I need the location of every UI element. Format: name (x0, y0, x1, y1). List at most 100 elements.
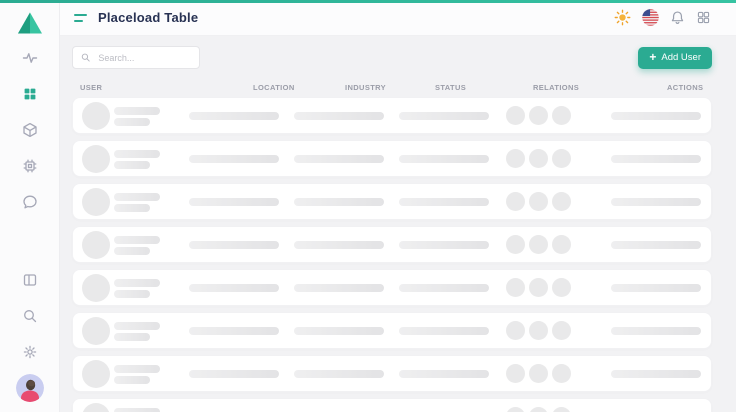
status-placeholder (399, 284, 489, 292)
industry-placeholder (294, 327, 384, 335)
actions-placeholder (611, 241, 701, 249)
header-actions (613, 8, 712, 27)
hamburger-line (74, 14, 87, 16)
user-subtitle-placeholder (114, 376, 150, 384)
app-root: Placeload Table (0, 0, 736, 412)
user-name-placeholder (114, 107, 160, 115)
relation-dot-placeholder (552, 192, 571, 211)
relation-dot-placeholder (506, 407, 525, 412)
location-placeholder (189, 155, 279, 163)
notifications-button[interactable] (669, 9, 686, 26)
table-row-skeleton (72, 355, 712, 392)
relation-dot-placeholder (506, 278, 525, 297)
sidebar-item-dashboard[interactable] (0, 76, 60, 112)
menu-toggle-button[interactable] (72, 12, 89, 24)
search-icon (22, 308, 38, 324)
sidebar-item-panels[interactable] (0, 262, 60, 298)
top-accent-bar (0, 0, 736, 3)
relation-dot-placeholder (529, 192, 548, 211)
relation-dot-placeholder (529, 278, 548, 297)
main-area: Placeload Table (60, 0, 736, 412)
sun-icon (614, 9, 631, 26)
add-user-button[interactable]: + Add User (638, 47, 712, 69)
search-input[interactable] (96, 52, 191, 64)
cube-icon (22, 122, 38, 138)
table-row-skeleton (72, 183, 712, 220)
search-icon (81, 52, 90, 63)
actions-placeholder (611, 327, 701, 335)
industry-placeholder (294, 155, 384, 163)
plus-icon: + (649, 51, 656, 63)
search-box (72, 46, 200, 69)
industry-placeholder (294, 112, 384, 120)
user-subtitle-placeholder (114, 333, 150, 341)
avatar-placeholder (82, 102, 110, 130)
activity-icon (22, 50, 38, 66)
location-placeholder (189, 370, 279, 378)
location-placeholder (189, 327, 279, 335)
actions-placeholder (611, 155, 701, 163)
sidebar-item-elements[interactable] (0, 148, 60, 184)
relation-dot-placeholder (552, 407, 571, 412)
status-placeholder (399, 241, 489, 249)
relation-dot-placeholder (552, 149, 571, 168)
language-selector-button[interactable] (641, 8, 660, 27)
theme-toggle-button[interactable] (613, 8, 632, 27)
avatar-placeholder (82, 274, 110, 302)
column-header-industry: INDUSTRY (345, 83, 386, 92)
sidebar-item-messages[interactable] (0, 184, 60, 220)
table-row-skeleton (72, 226, 712, 263)
hamburger-line (74, 20, 83, 22)
table-row-skeleton (72, 312, 712, 349)
column-header-relations: RELATIONS (533, 83, 579, 92)
user-name-placeholder (114, 408, 160, 412)
table-row-skeleton (72, 97, 712, 134)
user-subtitle-placeholder (114, 290, 150, 298)
sidebar-item-activity[interactable] (0, 40, 60, 76)
user-avatar[interactable] (0, 370, 60, 406)
column-header-location: LOCATION (253, 83, 295, 92)
sidebar-item-components[interactable] (0, 112, 60, 148)
user-name-placeholder (114, 236, 160, 244)
relation-dot-placeholder (552, 321, 571, 340)
relation-dot-placeholder (529, 321, 548, 340)
avatar-placeholder (82, 403, 110, 412)
table-row-skeleton (72, 269, 712, 306)
relation-dot-placeholder (552, 235, 571, 254)
add-user-label: Add User (661, 52, 701, 63)
status-placeholder (399, 112, 489, 120)
apps-menu-button[interactable] (695, 9, 712, 26)
relation-dot-placeholder (506, 321, 525, 340)
table-header-row: USER LOCATION INDUSTRY STATUS RELATIONS … (72, 81, 712, 95)
industry-placeholder (294, 284, 384, 292)
user-subtitle-placeholder (114, 204, 150, 212)
relation-dot-placeholder (506, 235, 525, 254)
avatar-placeholder (82, 360, 110, 388)
actions-placeholder (611, 284, 701, 292)
relation-dot-placeholder (552, 106, 571, 125)
relation-dot-placeholder (529, 407, 548, 412)
sidebar-item-settings[interactable] (0, 334, 60, 370)
relation-dot-placeholder (529, 235, 548, 254)
content-area: + Add User USER LOCATION INDUSTRY STATUS… (60, 36, 736, 412)
relation-dot-placeholder (506, 106, 525, 125)
location-placeholder (189, 112, 279, 120)
avatar-placeholder (82, 188, 110, 216)
user-name-placeholder (114, 150, 160, 158)
triangle-logo-icon (17, 11, 43, 35)
user-subtitle-placeholder (114, 118, 150, 126)
us-flag-icon (642, 9, 659, 26)
user-name-placeholder (114, 365, 160, 373)
industry-placeholder (294, 198, 384, 206)
table-toolbar: + Add User (72, 46, 712, 69)
app-logo[interactable] (17, 0, 43, 40)
industry-placeholder (294, 370, 384, 378)
industry-placeholder (294, 241, 384, 249)
relation-dot-placeholder (529, 106, 548, 125)
table-body (72, 97, 712, 412)
user-avatar-image (16, 374, 44, 402)
page-header: Placeload Table (60, 0, 736, 36)
side-panel-icon (22, 272, 38, 288)
column-header-user: USER (80, 83, 102, 92)
sidebar-item-search[interactable] (0, 298, 60, 334)
